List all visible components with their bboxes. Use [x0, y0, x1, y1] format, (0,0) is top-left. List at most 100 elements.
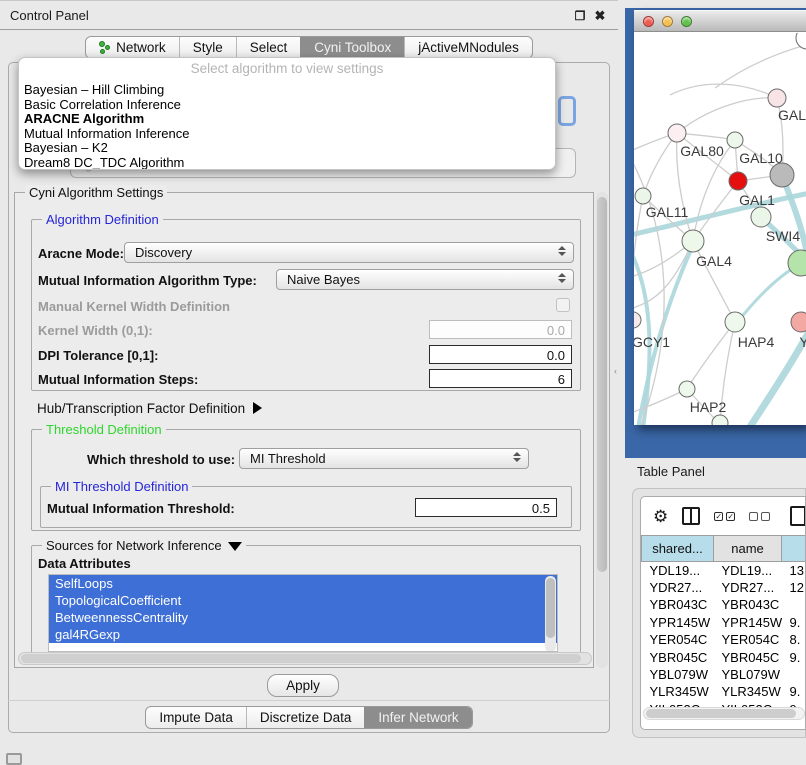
network-node[interactable]: [729, 172, 747, 190]
dropdown-item[interactable]: Bayesian – K2: [19, 141, 555, 156]
table-row[interactable]: YPR145WYPR145W9.: [642, 614, 806, 631]
inference-algorithm-combo-fragment[interactable]: [558, 96, 576, 126]
dropdown-item[interactable]: Basic Correlation Inference: [19, 98, 555, 113]
attribute-item[interactable]: BetweennessCentrality: [49, 609, 557, 626]
subtab-discretize-data[interactable]: Discretize Data: [246, 707, 365, 728]
deselect-all-icon[interactable]: [749, 512, 770, 521]
attribute-item[interactable]: gal4RGexp: [49, 626, 557, 643]
network-node[interactable]: [727, 132, 743, 148]
mi-type-combo[interactable]: Naive Bayes: [276, 269, 574, 290]
divider-line: [8, 700, 610, 701]
dropdown-item[interactable]: Bayesian – Hill Climbing: [19, 83, 555, 98]
network-node[interactable]: [635, 188, 651, 204]
settings-group-title: Cyni Algorithm Settings: [25, 185, 167, 200]
panel-title: Control Panel: [10, 8, 89, 23]
tab-jactivemnodules[interactable]: jActiveMNodules: [404, 37, 532, 58]
kernel-width-field[interactable]: 0.0: [429, 320, 572, 339]
table-horizontal-scrollbar[interactable]: [643, 707, 805, 720]
column-header[interactable]: shared...: [642, 536, 714, 562]
network-node[interactable]: [791, 312, 806, 332]
table-row[interactable]: YBR043CYBR043C: [642, 596, 806, 613]
zoom-traffic-light[interactable]: [681, 16, 692, 27]
float-window-icon[interactable]: ❐: [572, 8, 588, 24]
dropdown-item[interactable]: ARACNE Algorithm: [19, 112, 555, 127]
column-header[interactable]: A: [782, 536, 806, 562]
close-icon[interactable]: ✖: [592, 8, 608, 24]
columns-icon[interactable]: [682, 507, 700, 525]
network-node[interactable]: [751, 207, 771, 227]
table-toolbar: ⚙ ✓✓: [641, 497, 806, 535]
network-node[interactable]: [770, 163, 794, 187]
node-label: HAP2: [690, 399, 727, 415]
network-node[interactable]: [668, 124, 686, 142]
expanded-arrow-icon: [228, 542, 242, 551]
table-row[interactable]: YLR345WYLR345W9.: [642, 683, 806, 700]
manual-kernel-label: Manual Kernel Width Definition: [38, 299, 230, 314]
algorithm-dropdown-popup: Select algorithm to view settings Bayesi…: [18, 57, 556, 170]
network-node[interactable]: [768, 89, 786, 107]
dropdown-item[interactable]: Dream8 DC_TDC Algorithm: [19, 156, 555, 170]
node-label: GAL1: [739, 192, 775, 208]
table-row[interactable]: YDR27...YDR27...12: [642, 579, 806, 596]
network-node[interactable]: [725, 312, 745, 332]
threshold-definition-group: Threshold Definition Which threshold to …: [31, 429, 581, 531]
network-view-window[interactable]: GALGAL80GAL10GAL1SWI4GAL11GAL4GCY1HAP4YH…: [634, 10, 806, 425]
mi-steps-field[interactable]: 6: [429, 369, 572, 388]
close-traffic-light[interactable]: [643, 16, 654, 27]
document-icon[interactable]: [790, 506, 806, 526]
node-label: GAL: [778, 107, 806, 123]
network-node[interactable]: [796, 33, 806, 49]
network-node[interactable]: [634, 312, 641, 328]
spinner-arrows-icon: [558, 246, 566, 256]
minimize-traffic-light[interactable]: [662, 16, 673, 27]
dpi-tolerance-field[interactable]: 0.0: [429, 345, 572, 364]
table-row[interactable]: YDL19...YDL19...13: [642, 562, 806, 579]
hub-definition-toggle[interactable]: Hub/Transcription Factor Definition: [37, 401, 262, 416]
network-node[interactable]: [679, 381, 695, 397]
data-attributes-list[interactable]: SelfLoopsTopologicalCoefficientBetweenne…: [48, 574, 558, 652]
settings-vertical-scrollbar[interactable]: [596, 192, 608, 668]
threshold-definition-title: Threshold Definition: [42, 422, 166, 437]
network-node[interactable]: [788, 250, 806, 276]
manual-kernel-checkbox[interactable]: [556, 298, 570, 312]
sources-group: Sources for Network Inference Data Attri…: [31, 545, 581, 657]
table-row[interactable]: YBL079WYBL079W: [642, 666, 806, 683]
node-label: GAL10: [739, 150, 783, 166]
node-label: GAL80: [680, 143, 724, 159]
network-node[interactable]: [682, 230, 704, 252]
node-label: SWI4: [766, 228, 800, 244]
apply-button[interactable]: Apply: [267, 674, 339, 697]
settings-horizontal-scrollbar[interactable]: [18, 652, 592, 665]
subtab-infer-network[interactable]: Infer Network: [364, 707, 471, 728]
tab-select[interactable]: Select: [236, 37, 301, 58]
dropdown-item[interactable]: Mutual Information Inference: [19, 127, 555, 142]
node-table[interactable]: shared...nameA YDL19...YDL19...13YDR27..…: [641, 535, 806, 718]
mi-threshold-field[interactable]: 0.5: [415, 498, 557, 517]
network-canvas[interactable]: GALGAL80GAL10GAL1SWI4GAL11GAL4GCY1HAP4YH…: [634, 33, 806, 425]
tab-network[interactable]: Network: [86, 37, 179, 58]
network-node[interactable]: [712, 415, 728, 425]
tab-style[interactable]: Style: [179, 37, 236, 58]
collapsed-arrow-icon: [253, 402, 262, 414]
top-tabs: NetworkStyleSelectCyni ToolboxjActiveMNo…: [0, 36, 618, 59]
network-window-titlebar[interactable]: [634, 10, 806, 32]
node-label: Y: [799, 334, 806, 350]
minimized-panel-icon[interactable]: [6, 753, 22, 765]
table-row[interactable]: YBR045CYBR045C9.: [642, 648, 806, 665]
column-header[interactable]: name: [714, 536, 782, 562]
tab-cyni-toolbox[interactable]: Cyni Toolbox: [300, 37, 404, 58]
attribute-item[interactable]: TopologicalCoefficient: [49, 592, 557, 609]
table-card: ⚙ ✓✓ shared...nameA YDL19...YDL19...13YD…: [640, 496, 806, 730]
which-threshold-combo[interactable]: MI Threshold: [239, 448, 529, 469]
table-row[interactable]: YER054CYER054C8.: [642, 631, 806, 648]
split-pane-arrow[interactable]: ‹: [614, 366, 617, 376]
list-scrollbar[interactable]: [545, 576, 556, 652]
bottom-tabs: Impute DataDiscretize DataInfer Network: [0, 706, 618, 729]
gear-icon[interactable]: ⚙: [653, 508, 668, 525]
select-all-icon[interactable]: ✓✓: [714, 512, 735, 521]
cyni-algorithm-settings: Cyni Algorithm Settings Algorithm Defini…: [14, 192, 594, 668]
attribute-item[interactable]: SelfLoops: [49, 575, 557, 592]
sources-title[interactable]: Sources for Network Inference: [42, 538, 246, 553]
subtab-impute-data[interactable]: Impute Data: [146, 707, 246, 728]
aracne-mode-combo[interactable]: Discovery: [124, 242, 574, 263]
